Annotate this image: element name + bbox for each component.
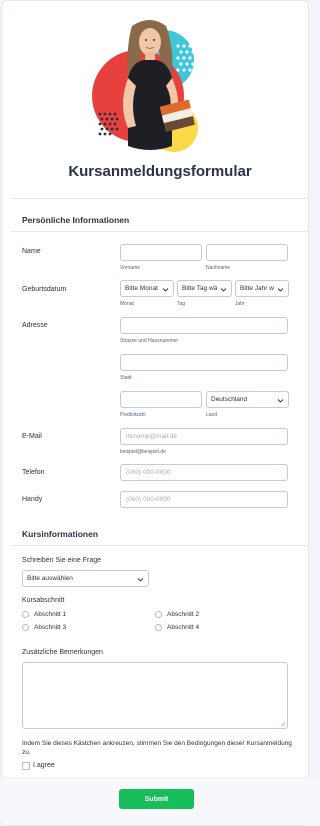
mobile-label: Handy xyxy=(22,496,43,503)
remarks-label: Zusätzliche Bemerkungen xyxy=(22,649,103,656)
country-sublabel: Land xyxy=(206,412,218,418)
header-divider xyxy=(11,198,308,199)
section-divider-course xyxy=(11,545,308,546)
radio-circle[interactable] xyxy=(22,624,29,631)
birth-month-select[interactable]: Bitte Monat xyxy=(120,280,174,297)
birth-month-sublabel: Monat xyxy=(120,301,134,307)
birth-month-value: Bitte Monat xyxy=(125,285,158,292)
radio-circle[interactable] xyxy=(22,611,29,618)
submit-button[interactable]: Submit xyxy=(119,789,194,809)
birth-year-value: Bitte Jahr w xyxy=(240,285,274,292)
phone-label: Telefon xyxy=(22,469,45,476)
birthdate-label: Geburtsdatum xyxy=(22,286,67,293)
chevron-down-icon xyxy=(277,399,284,403)
radio-circle[interactable] xyxy=(155,624,162,631)
last-name-input[interactable] xyxy=(206,244,288,261)
street-input[interactable] xyxy=(120,317,288,334)
zip-input[interactable] xyxy=(120,391,202,408)
radio-label: Abschnitt 4 xyxy=(167,624,200,631)
birth-day-sublabel: Tag xyxy=(177,301,186,307)
radio-option[interactable]: Abschnitt 3 xyxy=(22,624,66,631)
question-label: Schreiben Sie eine Frage xyxy=(22,557,101,564)
radio-option[interactable]: Abschnitt 4 xyxy=(155,624,199,631)
student-illustration xyxy=(92,20,198,152)
radio-label: Abschnitt 3 xyxy=(34,624,67,631)
city-sublabel: Stadt xyxy=(120,375,132,381)
radio-label: Abschnitt 1 xyxy=(34,611,67,618)
name-label: Name xyxy=(22,248,41,255)
street-sublabel: Strasse und Hausnummer xyxy=(120,338,179,344)
chevron-down-icon xyxy=(137,578,144,582)
email-sublabel: beispiel@beispiel.de xyxy=(120,449,166,455)
section-title-course: Kursinformationen xyxy=(22,529,99,539)
address-label: Adresse xyxy=(22,322,48,329)
birth-day-value: Bitte Tag wä xyxy=(182,285,218,292)
question-value: Bitte auswählen xyxy=(27,575,73,582)
radio-label: Abschnitt 2 xyxy=(167,611,200,618)
birth-year-select[interactable]: Bitte Jahr w xyxy=(235,280,289,297)
first-name-input[interactable] xyxy=(120,244,202,261)
remarks-textarea[interactable] xyxy=(22,662,288,729)
birth-year-sublabel: Jahr xyxy=(235,301,245,307)
agree-label: I agree xyxy=(33,762,55,769)
agree-checkbox[interactable] xyxy=(22,762,30,770)
email-input[interactable] xyxy=(120,428,288,445)
last-name-sublabel: Nachname xyxy=(206,265,231,271)
chevron-down-icon xyxy=(277,288,284,292)
birth-day-select[interactable]: Bitte Tag wä xyxy=(177,280,232,297)
course-section-label: Kursabschnitt xyxy=(22,597,65,604)
form-title: Kursanmeldungsformular xyxy=(68,163,252,180)
question-select[interactable]: Bitte auswählen xyxy=(22,570,149,587)
chevron-down-icon xyxy=(162,288,169,292)
section-title-personal: Persönliche Informationen xyxy=(22,215,130,225)
chevron-down-icon xyxy=(220,288,227,292)
first-name-sublabel: Vorname xyxy=(120,265,141,271)
zip-sublabel: Postleitzahl xyxy=(120,412,146,418)
country-value: Deutschland xyxy=(211,396,248,403)
city-input[interactable] xyxy=(120,354,288,371)
radio-circle[interactable] xyxy=(155,611,162,618)
phone-input[interactable] xyxy=(120,464,288,481)
radio-option[interactable]: Abschnitt 2 xyxy=(155,611,199,618)
resize-grip-icon[interactable] xyxy=(280,721,285,726)
email-label: E-Mail xyxy=(22,433,42,440)
country-select[interactable]: Deutschland xyxy=(206,391,289,408)
radio-option[interactable]: Abschnitt 1 xyxy=(22,611,66,618)
mobile-input[interactable] xyxy=(120,491,288,508)
terms-text: Indem Sie dieses Kästchen ankreuzen, sti… xyxy=(22,740,292,756)
section-divider-personal xyxy=(11,231,308,232)
